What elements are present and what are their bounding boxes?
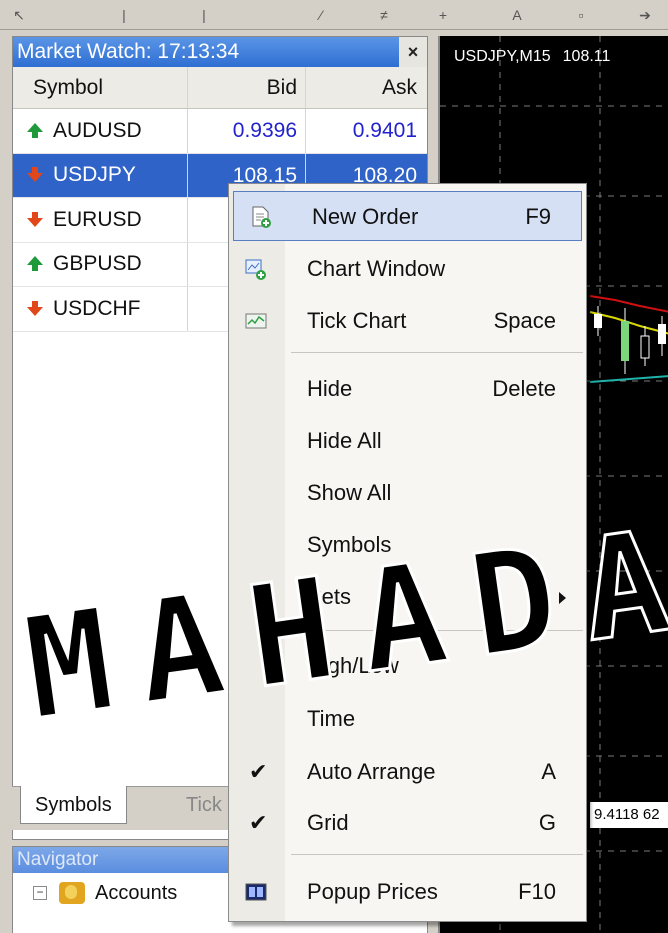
menu-item-popup-prices[interactable]: Popup Prices F10	[229, 867, 586, 917]
arrow-up-icon	[27, 256, 43, 272]
context-menu: New Order F9 Chart Window Tick Chart Spa…	[228, 183, 587, 922]
menu-item-label: Hide	[307, 376, 353, 401]
menu-separator	[291, 630, 583, 631]
checkmark-icon: ✔	[249, 810, 268, 835]
table-header: Symbol Bid Ask	[13, 67, 427, 109]
menu-item-label: High/Low	[307, 653, 399, 678]
symbol-name: USDJPY	[53, 163, 136, 187]
menu-separator	[291, 854, 583, 855]
menu-item-label: Grid	[307, 810, 349, 835]
menu-item-shortcut: G	[538, 810, 556, 835]
menu-separator	[291, 352, 583, 353]
toolbar: ↖ | | ⁄ ≠ + A ▫ ➔	[0, 0, 668, 30]
menu-item-auto-arrange[interactable]: ✔ Auto Arrange A	[229, 747, 586, 797]
symbol-cell: AUDUSD	[13, 109, 188, 153]
menu-item-tick-chart[interactable]: Tick Chart Space	[229, 296, 586, 346]
symbol-cell: EURUSD	[13, 198, 188, 242]
menu-item-shortcut: Space	[493, 308, 556, 333]
arrow-icon[interactable]: ➔	[636, 6, 654, 24]
menu-item-new-order[interactable]: New Order F9	[233, 191, 582, 241]
menu-item-time[interactable]: Time	[229, 694, 586, 744]
menu-item-label: Symbols	[307, 532, 392, 557]
submenu-arrow-icon	[559, 592, 566, 604]
menu-item-label: Auto Arrange	[307, 759, 436, 784]
arrow-down-icon	[27, 300, 43, 317]
arrow-down-icon	[27, 211, 43, 228]
menu-item-shortcut: F9	[525, 204, 551, 229]
symbol-name: USDCHF	[53, 296, 141, 320]
tab-symbols[interactable]: Symbols	[20, 786, 127, 824]
popup-prices-icon	[245, 883, 267, 901]
bid-cell: 0.9396	[188, 109, 306, 153]
tick-chart-icon	[245, 313, 267, 329]
menu-item-show-all[interactable]: Show All	[229, 468, 586, 518]
symbol-row-audusd[interactable]: AUDUSD 0.9396 0.9401	[13, 109, 427, 154]
vertical-line-icon-2[interactable]: |	[195, 6, 213, 24]
tree-item-label: Accounts	[95, 881, 178, 904]
chart-window-icon	[245, 259, 266, 280]
collapse-icon[interactable]: −	[33, 886, 47, 900]
symbol-name: EURUSD	[53, 207, 142, 231]
menu-item-label: New Order	[312, 204, 419, 229]
menu-item-label: Hide All	[307, 428, 382, 453]
vertical-line-icon[interactable]: |	[115, 6, 133, 24]
column-header-symbol[interactable]: Symbol	[13, 67, 188, 108]
menu-item-sets[interactable]: Sets	[229, 572, 586, 622]
symbol-name: GBPUSD	[53, 252, 142, 276]
menu-item-label: Chart Window	[307, 256, 446, 281]
fibonacci-icon[interactable]: ≠	[375, 6, 393, 24]
column-header-ask[interactable]: Ask	[306, 67, 427, 108]
close-icon[interactable]: ×	[399, 37, 427, 67]
candle	[640, 335, 650, 359]
menu-item-chart-window[interactable]: Chart Window	[229, 244, 586, 294]
menu-item-symbols[interactable]: Symbols	[229, 520, 586, 570]
accounts-icon	[59, 882, 85, 904]
column-header-bid[interactable]: Bid	[188, 67, 306, 108]
checkmark-icon: ✔	[249, 759, 268, 784]
menu-item-label: Time	[307, 706, 356, 731]
symbol-cell: USDJPY	[13, 153, 188, 197]
moving-average-red	[589, 295, 668, 313]
menu-item-shortcut: Delete	[492, 376, 556, 401]
market-watch-title: Market Watch: 17:13:34	[17, 40, 240, 63]
chart-title: USDJPY,M15 108.11	[454, 48, 622, 66]
arrow-down-icon	[27, 167, 43, 183]
menu-item-label: Sets	[307, 584, 352, 609]
menu-item-grid[interactable]: ✔ Grid G	[229, 798, 586, 848]
menu-item-shortcut: F10	[518, 879, 556, 904]
new-order-icon	[252, 206, 271, 228]
cursor-icon[interactable]: ↖	[10, 6, 28, 24]
label-icon[interactable]: ▫	[572, 6, 590, 24]
menu-item-high-low[interactable]: High/Low	[229, 641, 586, 691]
menu-item-hide-all[interactable]: Hide All	[229, 416, 586, 466]
menu-item-label: Popup Prices	[307, 879, 438, 904]
crosshair-icon[interactable]: +	[434, 6, 452, 24]
market-watch-title-bar[interactable]: Market Watch: 17:13:34 ×	[13, 37, 427, 67]
symbol-cell: GBPUSD	[13, 242, 188, 286]
trendline-icon[interactable]: ⁄	[312, 6, 330, 24]
menu-item-label: Tick Chart	[307, 308, 407, 333]
text-icon[interactable]: A	[508, 6, 526, 24]
menu-item-hide[interactable]: Hide Delete	[229, 364, 586, 414]
candle	[658, 324, 666, 344]
ask-cell: 0.9401	[352, 119, 417, 142]
symbol-cell: USDCHF	[13, 287, 188, 331]
chart-price: 108.11	[562, 48, 611, 65]
candle	[621, 321, 629, 361]
symbol-name: AUDUSD	[53, 118, 142, 142]
menu-item-label: Show All	[307, 480, 392, 505]
chart-symbol: USDJPY,M15	[454, 48, 551, 65]
candle	[594, 314, 602, 328]
price-tag: 9.4118 62	[590, 802, 668, 828]
menu-item-shortcut: A	[541, 759, 556, 784]
arrow-up-icon	[27, 122, 43, 139]
